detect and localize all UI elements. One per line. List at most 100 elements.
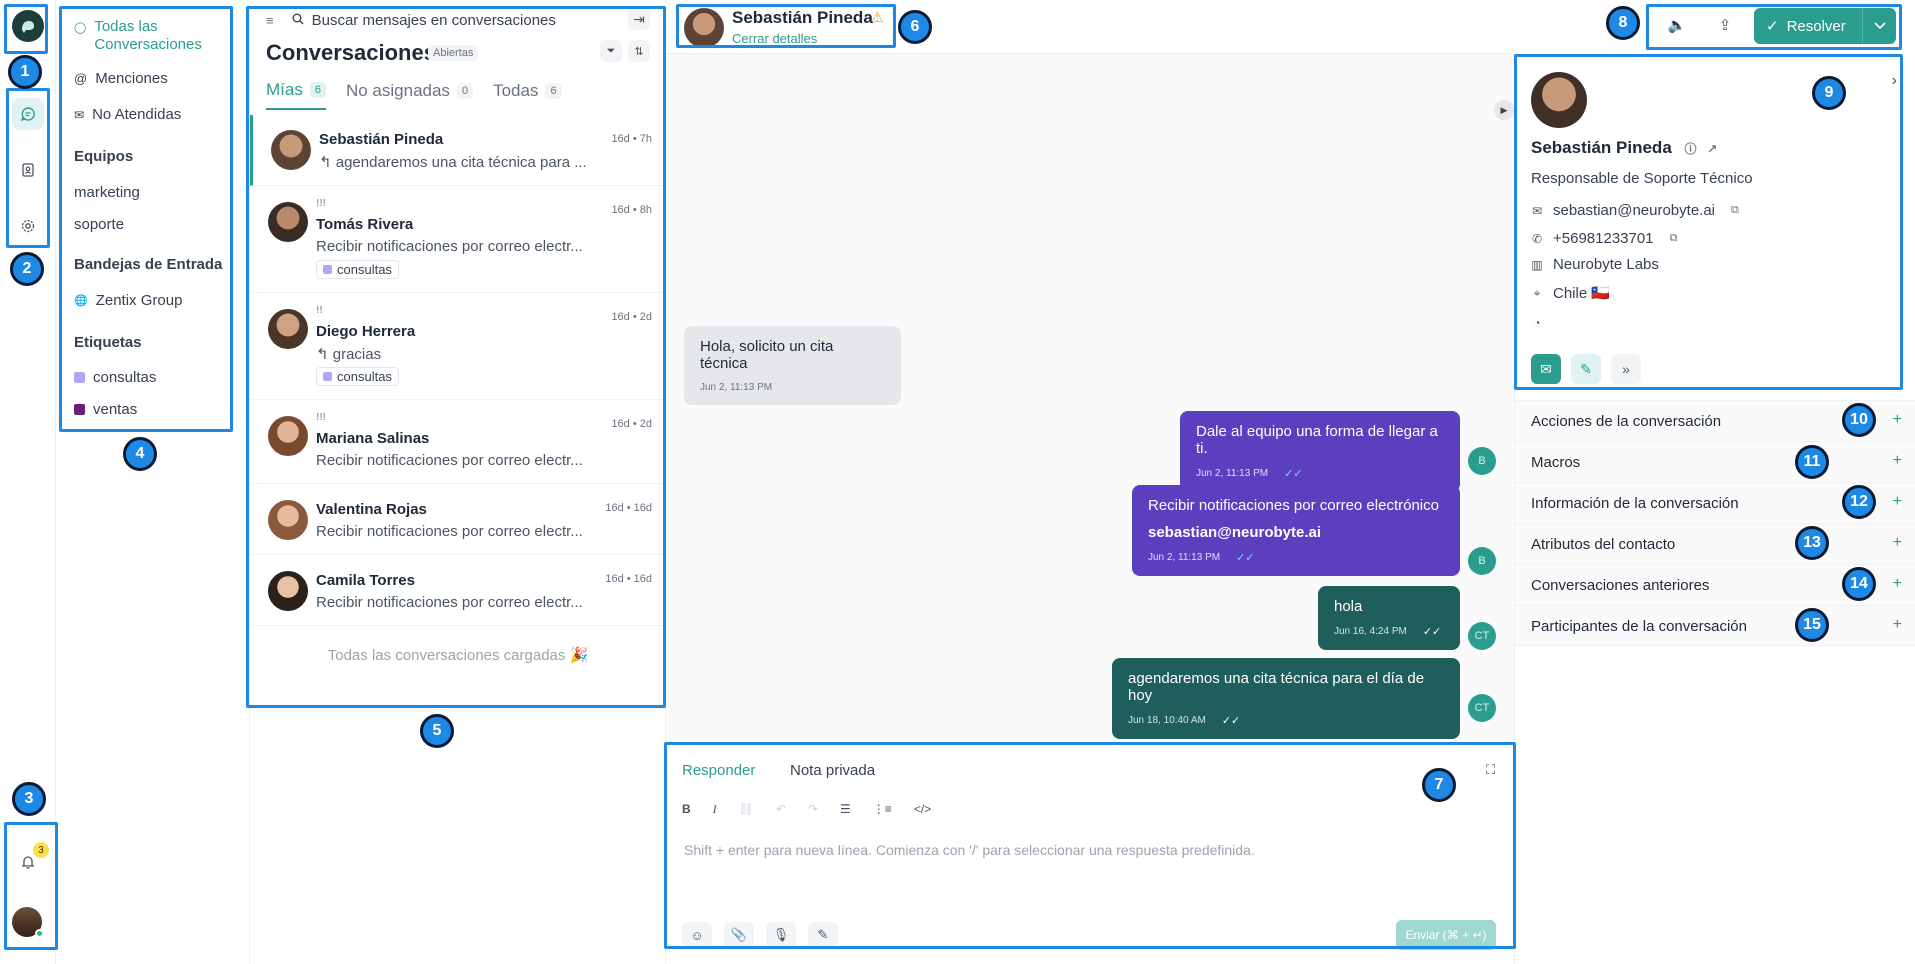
agent-avatar: B: [1468, 447, 1496, 475]
sidebar-item-label-consultas[interactable]: consultas: [74, 369, 156, 386]
chevron-down-icon[interactable]: [1862, 8, 1896, 44]
conversation-item[interactable]: Sebastián Pineda 16d • 7h ↰ agendaremos …: [250, 115, 666, 186]
sidebar-item-all-conversations[interactable]: ◯ Todas las Conversaciones: [74, 18, 224, 54]
conversation-name: Mariana Salinas: [316, 430, 430, 447]
message-outgoing: agendaremos una cita técnica para el día…: [1112, 658, 1460, 739]
message-input[interactable]: Shift + enter para nueva línea. Comienza…: [684, 842, 1255, 858]
contact-name[interactable]: Sebastián Pineda: [732, 8, 873, 28]
numbered-list-icon[interactable]: ⋮≡: [873, 802, 892, 817]
label-tag: consultas: [316, 260, 399, 279]
emoji-icon[interactable]: ☺: [682, 922, 712, 948]
collapse-panel-icon[interactable]: ⇥: [628, 8, 650, 30]
message-outgoing: hola Jun 16, 4:24 PM ✓✓: [1318, 586, 1460, 650]
sidebar-item-label: Todas las Conversaciones: [94, 18, 202, 53]
close-details-link[interactable]: Cerrar detalles: [732, 31, 817, 46]
tab-all[interactable]: Todas 6: [493, 80, 562, 110]
menu-icon[interactable]: ≡: [266, 13, 274, 28]
fullscreen-icon[interactable]: ⛶: [1486, 762, 1495, 778]
app-logo-icon[interactable]: [12, 10, 44, 42]
check-icon: ✓: [1766, 18, 1779, 35]
callout-badge: 4: [123, 437, 157, 471]
page-title: Conversaciones: [266, 40, 436, 65]
sidebar-item-team[interactable]: soporte: [74, 216, 124, 233]
external-link-icon[interactable]: ↗: [1707, 142, 1717, 156]
message-email: sebastian@neurobyte.ai: [1148, 524, 1322, 541]
bullet-list-icon[interactable]: ☰: [840, 802, 851, 817]
code-icon[interactable]: </>: [914, 802, 931, 817]
tab-unassigned[interactable]: No asignadas 0: [346, 80, 474, 110]
phone-text[interactable]: +56981233701: [1553, 230, 1654, 247]
whatsapp-icon[interactable]: ◔: [1531, 316, 1543, 330]
microphone-icon[interactable]: 🎙: [766, 922, 796, 948]
expand-panel-icon[interactable]: ▶: [1494, 100, 1514, 120]
redo-icon[interactable]: ↷: [808, 802, 818, 817]
sort-icon[interactable]: ⇅: [628, 40, 650, 62]
accordion-macros[interactable]: Macros +: [1515, 441, 1915, 482]
message-time: Jun 2, 11:13 PM: [1196, 468, 1269, 479]
bold-icon[interactable]: B: [682, 802, 691, 817]
accordion-contact-attributes[interactable]: Atributos del contacto +: [1515, 523, 1915, 564]
phone-icon: ✆: [1531, 231, 1543, 246]
sidebar-item-label-ventas[interactable]: ventas: [74, 401, 137, 418]
conversation-preview: ↰ gracias: [316, 346, 382, 363]
tab-mine[interactable]: Mías 6: [266, 80, 326, 110]
map-icon: ⌖: [1533, 285, 1541, 300]
read-check-icon: ✓✓: [1422, 626, 1442, 638]
signature-icon[interactable]: ✎: [808, 922, 838, 948]
sidebar-item-unattended[interactable]: ✉ No Atendidas: [74, 106, 181, 123]
chevron-right-icon[interactable]: ›: [1892, 72, 1897, 90]
sidebar-item-mentions[interactable]: @ Menciones: [74, 70, 168, 87]
italic-icon[interactable]: I: [713, 802, 717, 817]
info-icon[interactable]: ⓘ: [1685, 142, 1697, 156]
conversation-item[interactable]: Camila Torres 16d • 16d Recibir notifica…: [250, 555, 666, 626]
share-icon[interactable]: ⇪: [1708, 8, 1742, 42]
conversations-icon[interactable]: [12, 98, 44, 130]
resolve-button[interactable]: ✓ Resolver: [1754, 8, 1896, 44]
new-message-button[interactable]: ✉: [1531, 354, 1561, 384]
message-time: Jun 18, 10:40 AM: [1128, 715, 1206, 726]
accordion-participants[interactable]: Participantes de la conversación +: [1515, 605, 1915, 646]
email-text[interactable]: sebastian@neurobyte.ai: [1553, 202, 1715, 219]
conversation-time: 16d • 8h: [611, 204, 652, 216]
callout-badge: 8: [1606, 6, 1640, 40]
sidebar-item-label: ventas: [93, 401, 138, 418]
link-icon[interactable]: ⛓: [739, 802, 754, 817]
attachment-icon[interactable]: 📎: [724, 922, 754, 948]
conversation-list-panel: ≡ Buscar mensajes en conversaciones ⇥ Co…: [250, 0, 666, 964]
undo-icon[interactable]: ↶: [776, 802, 786, 817]
conversation-item[interactable]: !! Diego Herrera 16d • 2d ↰ gracias cons…: [250, 293, 666, 400]
filter-icon[interactable]: ⏷: [600, 40, 622, 62]
status-filter-badge[interactable]: Abiertas: [428, 45, 479, 61]
mute-icon[interactable]: 🔈: [1660, 8, 1694, 42]
sidebar-item-inbox[interactable]: 🌐 Zentix Group: [74, 292, 182, 309]
accordion-label: Atributos del contacto: [1531, 536, 1676, 553]
tab-private-note[interactable]: Nota privada: [790, 762, 875, 779]
search-input[interactable]: Buscar mensajes en conversaciones: [312, 12, 556, 29]
search-bar[interactable]: ≡ Buscar mensajes en conversaciones: [266, 12, 556, 29]
message-text: Hola, solicito un cita técnica: [700, 338, 834, 372]
contact-avatar: [1531, 72, 1587, 128]
priority-indicator: !!!: [316, 198, 326, 209]
settings-gear-icon[interactable]: [12, 210, 44, 242]
message-time: Jun 2, 11:13 PM: [1148, 552, 1221, 563]
conversation-header: Sebastián Pineda ⚠ Cerrar detalles: [666, 0, 1514, 54]
contacts-icon[interactable]: [12, 154, 44, 186]
contact-name-text: Sebastián Pineda: [1531, 138, 1672, 157]
conversation-item[interactable]: Valentina Rojas 16d • 16d Recibir notifi…: [250, 484, 666, 555]
callout-badge: 13: [1795, 526, 1829, 560]
avatar: [271, 130, 311, 170]
accordion-label: Macros: [1531, 454, 1581, 471]
edit-contact-button[interactable]: ✎: [1571, 354, 1601, 384]
copy-icon[interactable]: ⧉: [1670, 232, 1678, 245]
tab-reply[interactable]: Responder: [682, 762, 755, 779]
conversation-item[interactable]: !!! Tomás Rivera 16d • 8h Recibir notifi…: [250, 186, 666, 293]
conversation-time: 16d • 7h: [611, 133, 652, 145]
callout-badge: 12: [1842, 485, 1876, 519]
accordion-label: Conversaciones anteriores: [1531, 577, 1710, 594]
merge-contact-button[interactable]: »: [1611, 354, 1641, 384]
warning-icon: ⚠: [871, 9, 884, 25]
conversation-item[interactable]: !!! Mariana Salinas 16d • 2d Recibir not…: [250, 400, 666, 484]
copy-icon[interactable]: ⧉: [1731, 204, 1739, 217]
sidebar-item-team[interactable]: marketing: [74, 184, 140, 201]
send-button[interactable]: Enviar (⌘ + ↵): [1396, 920, 1496, 950]
